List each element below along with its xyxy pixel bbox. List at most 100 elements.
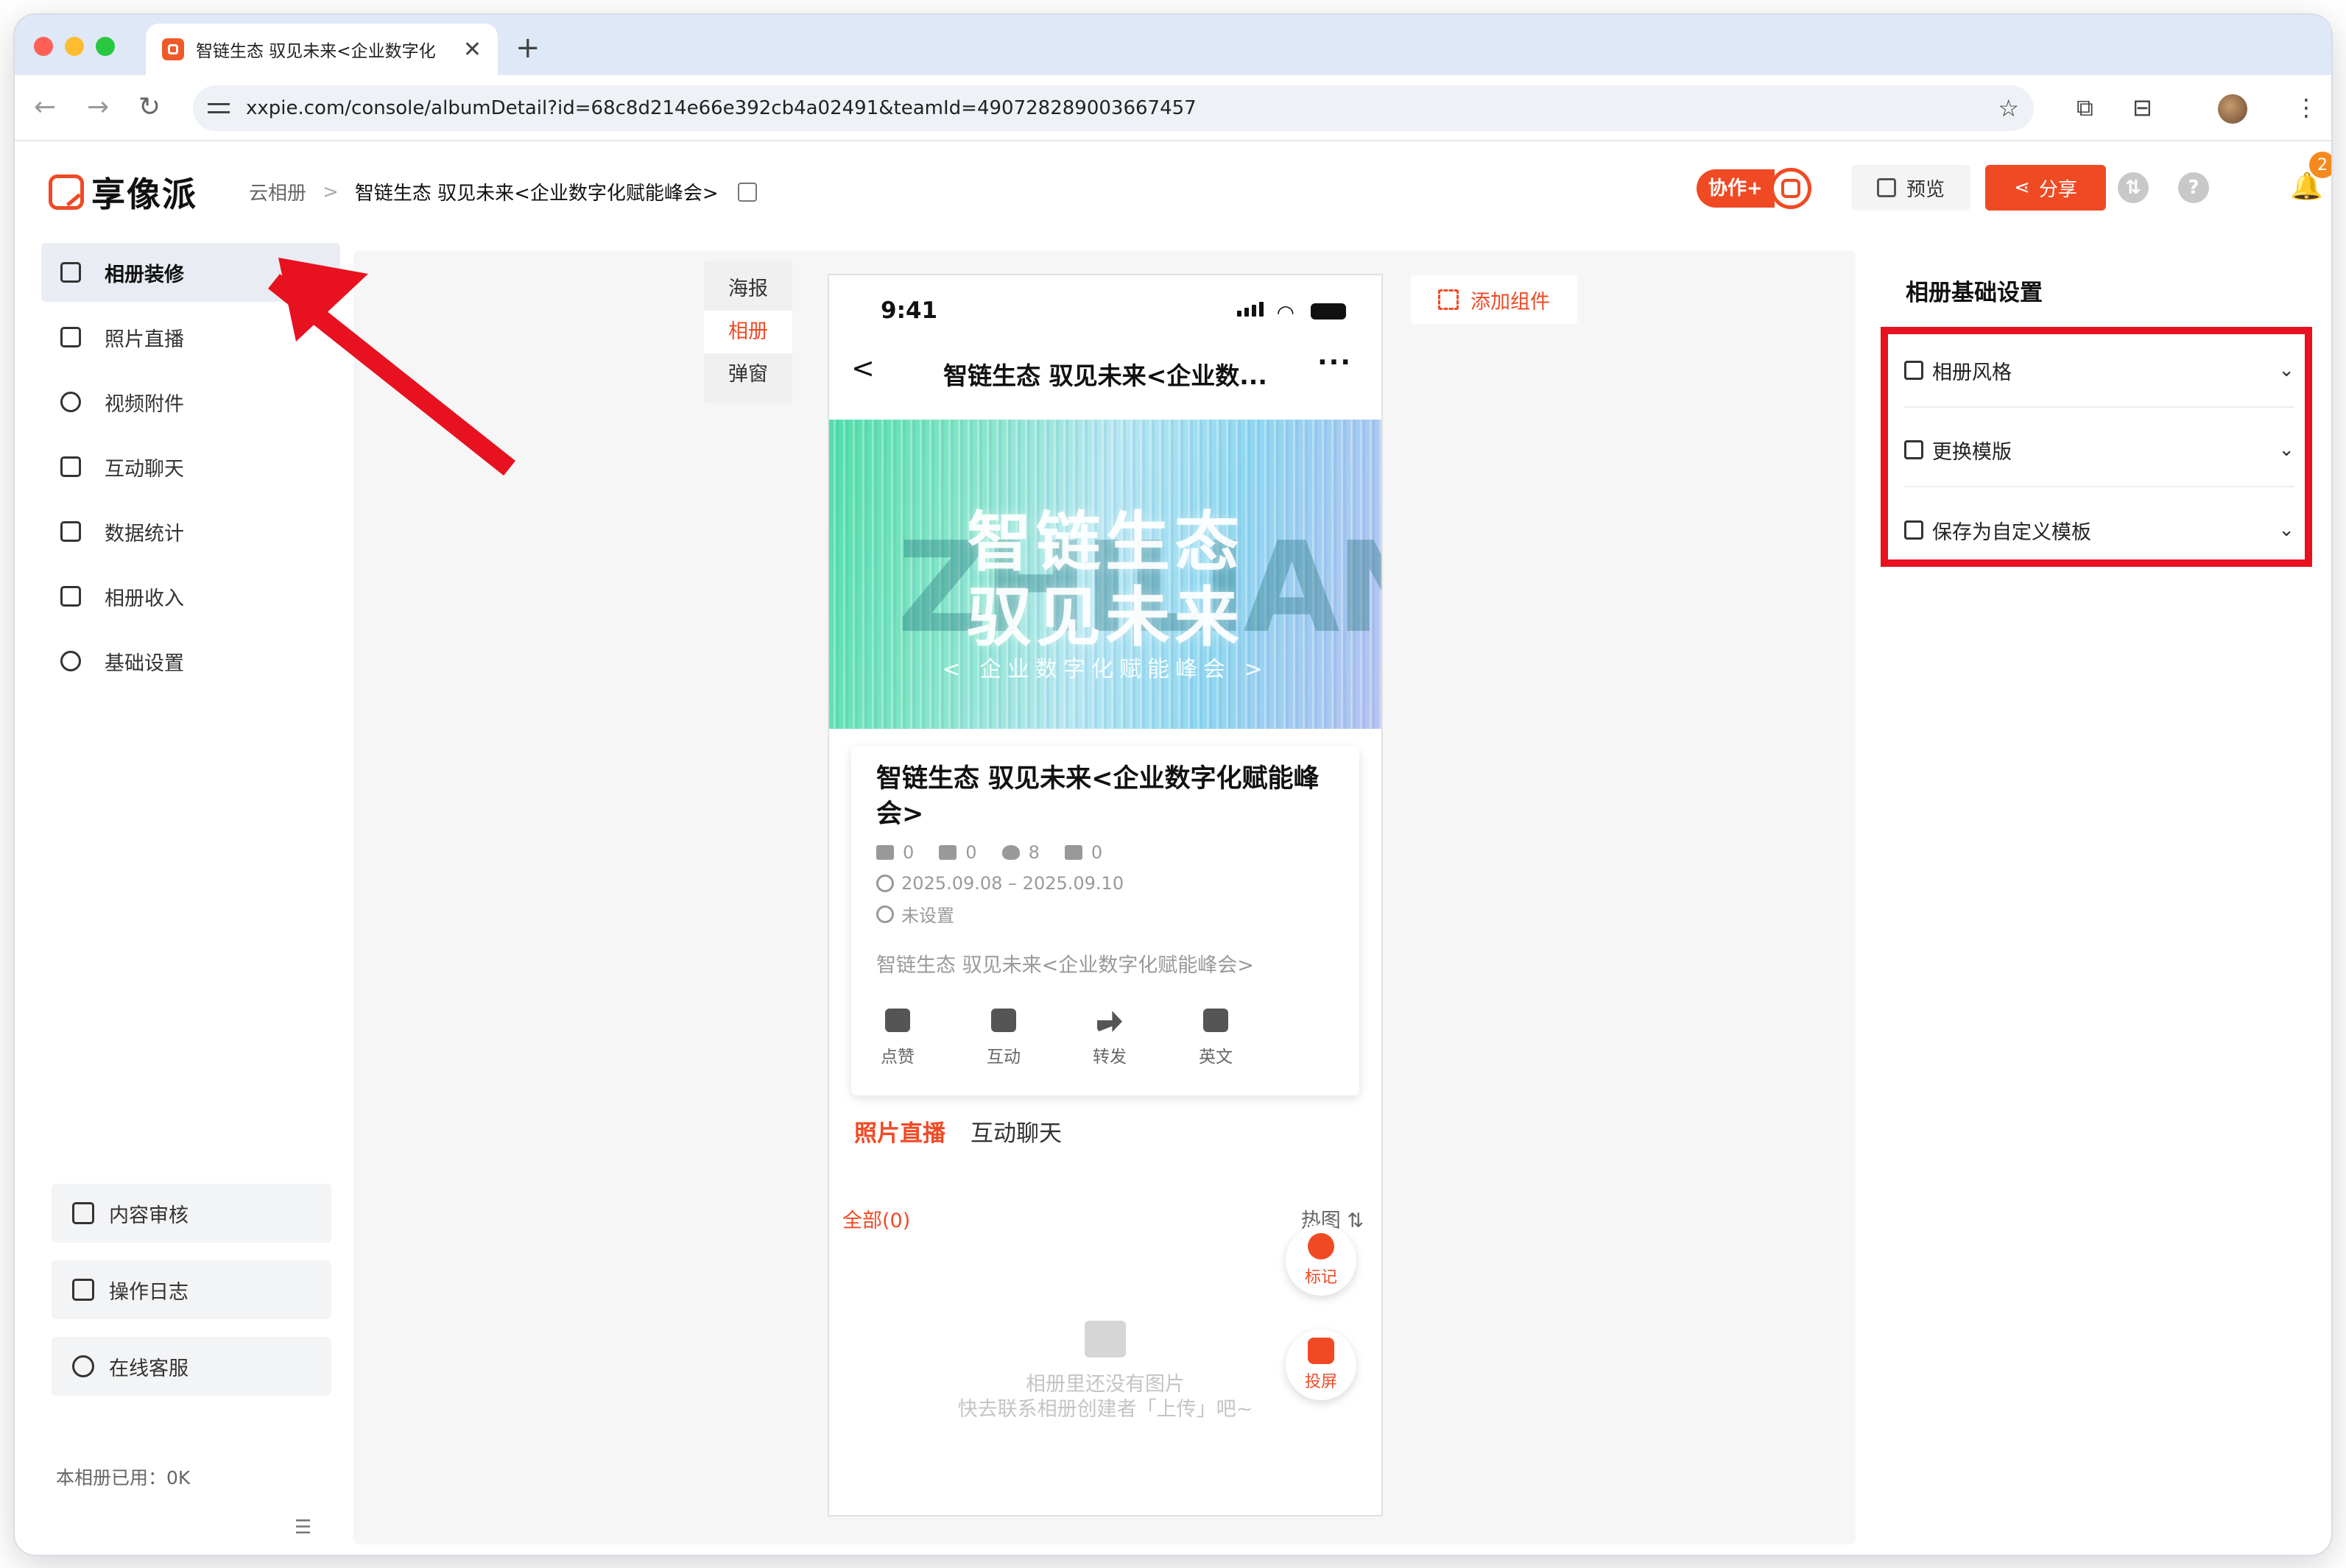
location-pin-icon <box>876 905 894 923</box>
wallet-icon <box>60 586 81 607</box>
gear-icon <box>60 651 81 671</box>
chevron-down-icon: ⌄ <box>2278 519 2294 541</box>
preview-label: 预览 <box>1906 178 1945 201</box>
reload-icon[interactable]: ↻ <box>138 93 161 122</box>
minimize-window-dot[interactable] <box>65 37 84 56</box>
sidebar-item-label: 照片直播 <box>105 328 184 351</box>
preview-button[interactable]: 预览 <box>1851 165 1970 211</box>
tab-title: 智链生态 驭见未来<企业数字化 <box>196 42 436 61</box>
tab-album[interactable]: 相册 <box>704 311 792 353</box>
site-settings-icon[interactable] <box>208 99 230 117</box>
breadcrumb-root[interactable]: 云相册 <box>249 178 306 205</box>
sidebar-item-label: 视频附件 <box>105 392 184 416</box>
interact-action[interactable]: 互动 <box>982 1009 1025 1067</box>
extensions-icon[interactable]: ⧉ <box>2076 90 2093 125</box>
favicon-icon <box>162 38 184 60</box>
banner-subtitle: < 企业数字化赋能峰会 > <box>942 657 1269 682</box>
sidebar-item-stats[interactable]: 数据统计 <box>41 502 340 561</box>
album-banner[interactable]: ZHILIAN 智链生态 驭见未来 < 企业数字化赋能峰会 > <box>829 420 1381 729</box>
forward-icon[interactable]: → <box>87 93 109 122</box>
log-icon <box>72 1279 94 1301</box>
sidebar-item-photo-live[interactable]: 照片直播 <box>41 308 340 367</box>
accordion-label: 保存为自定义模板 <box>1932 520 2091 544</box>
profile-avatar[interactable] <box>2218 94 2247 124</box>
sort-toggle-icon[interactable]: ⇅ <box>2118 172 2149 203</box>
sidebar-item-label: 相册装修 <box>105 263 184 286</box>
tab-search-icon[interactable]: ⊟ <box>2132 90 2152 125</box>
panel-title: 相册基础设置 <box>1906 280 2043 306</box>
mark-fab[interactable]: 标记 <box>1286 1225 1356 1296</box>
tab-popup[interactable]: 弹窗 <box>704 353 792 396</box>
stats-icon <box>60 521 81 542</box>
edit-title-icon[interactable] <box>737 182 757 202</box>
address-bar[interactable]: xxpie.com/console/albumDetail?id=68c8d21… <box>193 85 2034 131</box>
photo-count-icon <box>876 845 894 860</box>
url-text[interactable]: xxpie.com/console/albumDetail?id=68c8d21… <box>246 97 1197 119</box>
album-description: 智链生态 驭见未来<企业数字化赋能峰会> <box>876 954 1254 977</box>
filter-all[interactable]: 全部(0) <box>842 1204 910 1233</box>
content-review-button[interactable]: 内容审核 <box>52 1184 331 1243</box>
notification-badge: 2 <box>2309 152 2331 178</box>
logo-name: 享像派 <box>91 174 197 214</box>
wifi-icon: ◠ <box>1276 300 1294 325</box>
photo-count: 0 <box>876 842 914 863</box>
like-action[interactable]: 点赞 <box>876 1009 919 1067</box>
tab-close-icon[interactable]: ✕ <box>463 37 482 63</box>
headset-icon <box>72 1355 94 1377</box>
thumb-up-icon <box>885 1009 910 1032</box>
sidebar-item-decorate[interactable]: 相册装修 <box>41 243 340 302</box>
forward-arrow-icon <box>1097 1011 1122 1032</box>
empty-line2: 快去联系相册创建者「上传」吧~ <box>957 1398 1253 1421</box>
share-button[interactable]: ⋖ 分享 <box>1985 165 2106 211</box>
sidebar-item-video[interactable]: 视频附件 <box>41 372 340 431</box>
fire-icon <box>1001 845 1020 860</box>
album-info-card[interactable]: 智链生态 驭见未来<企业数字化赋能峰会> 0 0 8 0 2025.09.08 … <box>851 746 1359 1095</box>
sidebar-button-label: 在线客服 <box>109 1357 189 1380</box>
browser-tab[interactable]: 智链生态 驭见未来<企业数字化 ✕ <box>146 24 498 75</box>
phone-more-icon[interactable]: ··· <box>1317 347 1352 378</box>
breadcrumb-current: 智链生态 驭见未来<企业数字化赋能峰会> <box>354 183 719 205</box>
bookmark-star-icon[interactable]: ☆ <box>1998 94 2019 122</box>
signal-icon <box>1237 302 1264 317</box>
maximize-window-dot[interactable] <box>96 37 115 56</box>
accordion-save-template[interactable]: 保存为自定义模板 ⌄ <box>1904 493 2294 567</box>
sidebar-item-income[interactable]: 相册收入 <box>41 567 340 626</box>
forward-action[interactable]: 转发 <box>1088 1009 1131 1067</box>
tab-photo-live[interactable]: 照片直播 <box>854 1115 945 1148</box>
collab-button[interactable]: 协作+ <box>1697 168 1811 209</box>
english-action[interactable]: 英文 <box>1194 1009 1237 1067</box>
tab-interactive-chat[interactable]: 互动聊天 <box>971 1115 1062 1148</box>
share-label: 分享 <box>2038 178 2077 201</box>
back-icon[interactable]: ← <box>34 93 56 122</box>
browser-toolbar: ← → ↻ xxpie.com/console/albumDetail?id=6… <box>15 75 2331 141</box>
settings-accordion-highlight: 相册风格 ⌄ 更换模版 ⌄ 保存为自定义模板 ⌄ <box>1881 327 2312 567</box>
template-icon <box>1904 440 1923 459</box>
online-support-button[interactable]: 在线客服 <box>52 1337 331 1396</box>
album-actions: 点赞 互动 转发 英文 <box>876 1009 1334 1067</box>
accordion-album-style[interactable]: 相册风格 ⌄ <box>1904 334 2294 408</box>
browser-menu-icon[interactable]: ⋮ <box>2294 90 2318 125</box>
sidebar-item-settings[interactable]: 基础设置 <box>41 632 340 691</box>
paperclip-icon <box>60 392 81 412</box>
album-stats: 0 0 8 0 <box>876 842 1334 863</box>
like-count: 0 <box>1064 842 1102 863</box>
app-logo[interactable]: 享像派 <box>49 168 197 216</box>
sidebar-item-label: 互动聊天 <box>105 457 184 481</box>
close-window-dot[interactable] <box>34 37 53 56</box>
logo-mark-icon <box>49 174 84 210</box>
decorate-icon <box>60 262 81 283</box>
new-tab-button[interactable]: + <box>515 31 540 65</box>
collapse-sidebar-icon[interactable]: ☰ <box>295 1516 311 1539</box>
help-icon[interactable]: ? <box>2178 172 2209 203</box>
album-location-row: 未设置 <box>876 901 1334 927</box>
accordion-change-template[interactable]: 更换模版 ⌄ <box>1904 414 2294 487</box>
operation-log-button[interactable]: 操作日志 <box>52 1260 331 1319</box>
storage-usage: 本相册已用：0K <box>56 1467 191 1488</box>
phone-page-title: 智链生态 驭见未来<企业数... <box>943 361 1267 390</box>
sidebar-item-chat[interactable]: 互动聊天 <box>41 437 340 496</box>
hot-count: 8 <box>1001 842 1040 863</box>
add-component-button[interactable]: 添加组件 <box>1411 275 1577 324</box>
album-title: 智链生态 驭见未来<企业数字化赋能峰会> <box>876 764 1320 829</box>
tab-poster[interactable]: 海报 <box>704 268 792 311</box>
album-date-row: 2025.09.08 – 2025.09.10 <box>876 873 1334 894</box>
